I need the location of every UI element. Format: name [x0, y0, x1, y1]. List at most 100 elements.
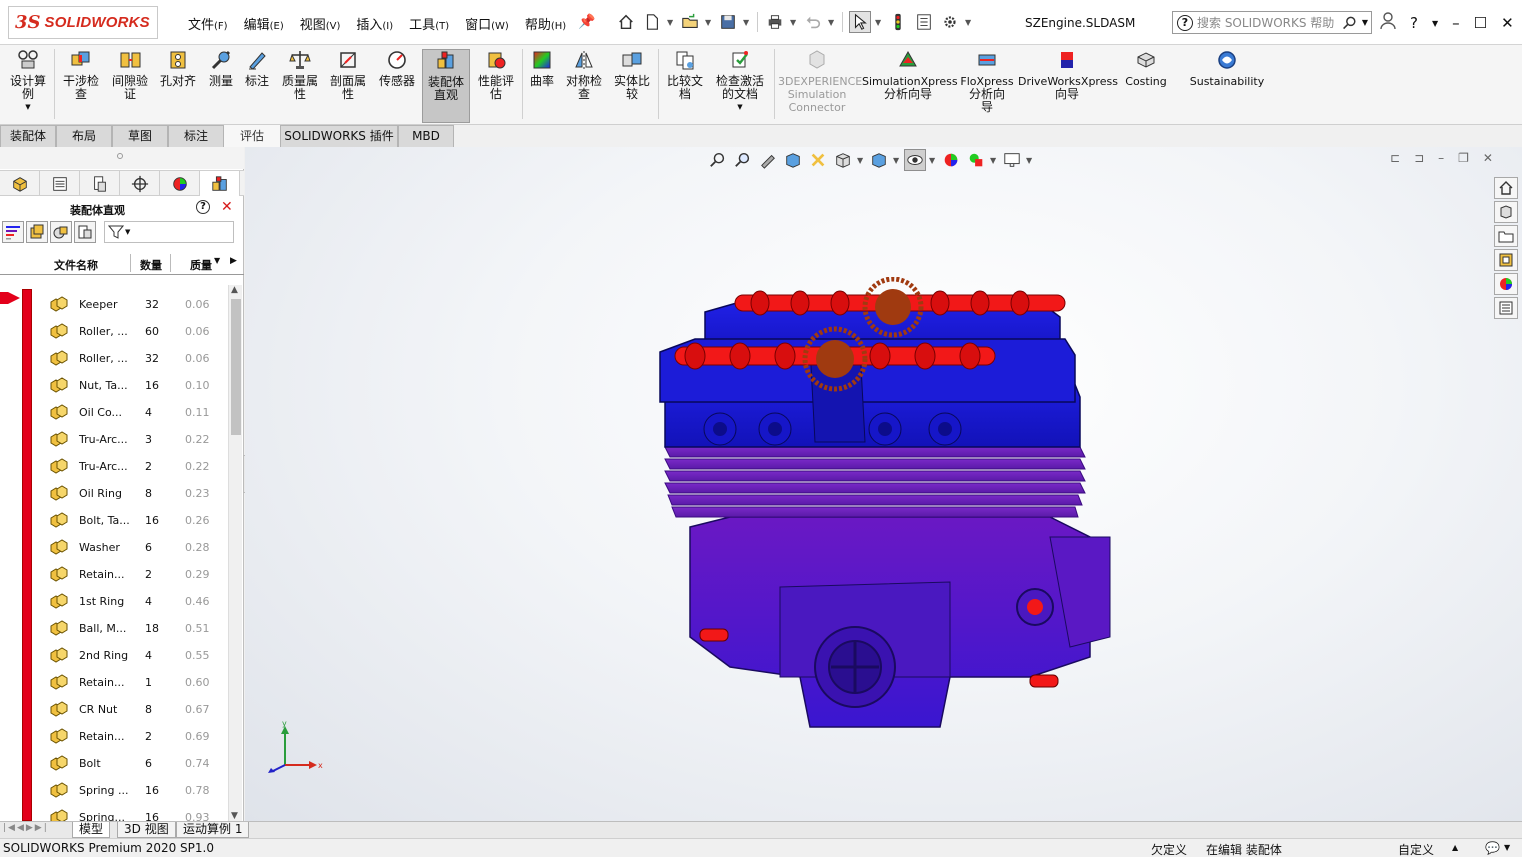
hide-show-items-icon[interactable]: [904, 149, 926, 171]
list-item[interactable]: Retain... 2 0.29: [40, 561, 228, 588]
simulationxpress-button[interactable]: SimulationXpress 分析向导: [862, 49, 958, 101]
chevron-down-icon[interactable]: ▼: [1504, 843, 1510, 852]
status-units[interactable]: 自定义: [1398, 841, 1434, 857]
display-manager-tab[interactable]: [160, 171, 200, 196]
tab-motion-study-1[interactable]: 运动算例 1: [176, 822, 250, 838]
scroll-up-icon[interactable]: ▲: [231, 285, 238, 295]
list-item[interactable]: Spring ... 16 0.78: [40, 777, 228, 804]
undo-icon[interactable]: [802, 11, 824, 33]
section-view-icon[interactable]: [782, 149, 804, 171]
chevron-down-icon[interactable]: ▼: [710, 101, 770, 114]
display-style-icon[interactable]: [868, 149, 890, 171]
search-input[interactable]: ? 搜索 SOLIDWORKS 帮助 ▼: [1172, 11, 1372, 34]
custom-properties-icon[interactable]: [1494, 297, 1518, 319]
nested-view-button[interactable]: [50, 221, 72, 243]
chevron-down-icon[interactable]: ▼: [965, 18, 973, 27]
performance-evaluation-button[interactable]: 性能评估: [474, 49, 518, 101]
tab-sketch[interactable]: 草图: [112, 125, 168, 147]
chevron-down-icon[interactable]: ▼: [893, 156, 901, 165]
tab-solidworks-addins[interactable]: SOLIDWORKS 插件: [280, 125, 398, 147]
list-item[interactable]: Oil Co... 4 0.11: [40, 399, 228, 426]
search-icon[interactable]: [1342, 15, 1358, 31]
chevron-down-icon[interactable]: ▼: [1026, 156, 1034, 165]
chevron-down-icon[interactable]: ▼: [929, 156, 937, 165]
properties-view-button[interactable]: [74, 221, 96, 243]
check-active-document-button[interactable]: 检查激活 的文档 ▼: [710, 49, 770, 114]
list-item[interactable]: Ball, M... 18 0.51: [40, 615, 228, 642]
previous-view-icon[interactable]: [757, 149, 779, 171]
edit-appearance-icon[interactable]: [940, 149, 962, 171]
chevron-down-icon[interactable]: ▼: [828, 18, 836, 27]
column-divider[interactable]: [170, 254, 171, 272]
chevron-down-icon[interactable]: ▼: [875, 18, 883, 27]
property-manager-tab[interactable]: [40, 171, 80, 196]
column-header-name[interactable]: 文件名称: [54, 257, 98, 273]
chevron-down-icon[interactable]: ▼: [743, 18, 751, 27]
chevron-down-icon[interactable]: ▼: [667, 18, 675, 27]
chevron-down-icon[interactable]: ▼: [6, 101, 50, 114]
tab-mbd[interactable]: MBD: [398, 125, 454, 147]
tab-layout[interactable]: 布局: [56, 125, 112, 147]
tab-markup[interactable]: 标注: [168, 125, 224, 147]
measure-button[interactable]: 测量: [204, 49, 238, 88]
feature-manager-tab[interactable]: [0, 171, 40, 196]
costing-button[interactable]: Costing: [1122, 49, 1170, 88]
zoom-to-fit-icon[interactable]: [707, 149, 729, 171]
help-icon[interactable]: ?: [196, 200, 210, 214]
chevron-down-icon[interactable]: ▼: [790, 18, 798, 27]
curvature-button[interactable]: 曲率: [526, 49, 558, 88]
body-compare-button[interactable]: 实体比较: [610, 49, 654, 101]
restore-icon[interactable]: ❐: [1458, 151, 1469, 165]
list-item[interactable]: Retain... 2 0.69: [40, 723, 228, 750]
graphics-area[interactable]: ▼ ▼ ▼ ▼ ▼ ⊏ ⊐ – ❐ ✕ y x: [245, 147, 1522, 821]
list-scrollbar[interactable]: ▲ ▼: [228, 285, 242, 821]
close-icon[interactable]: ✕: [1483, 151, 1493, 165]
list-item[interactable]: Roller, ... 60 0.06: [40, 318, 228, 345]
list-item[interactable]: Spring... 16 0.93: [40, 804, 228, 821]
chevron-down-icon[interactable]: ▼: [857, 156, 865, 165]
list-item[interactable]: 1st Ring 4 0.46: [40, 588, 228, 615]
menu-help[interactable]: 帮助(H): [517, 14, 574, 33]
3dexperience-connector-button[interactable]: 3DEXPERIENCE Simulation Connector: [778, 49, 862, 114]
column-divider[interactable]: [130, 254, 131, 272]
floxpress-button[interactable]: FloXpress 分析向导: [960, 49, 1014, 114]
list-item[interactable]: Retain... 1 0.60: [40, 669, 228, 696]
minimize-icon[interactable]: –: [1438, 151, 1444, 165]
open-folder-icon[interactable]: [679, 11, 701, 33]
list-item[interactable]: Oil Ring 8 0.23: [40, 480, 228, 507]
menu-tools[interactable]: 工具(T): [401, 14, 457, 33]
minimize-icon[interactable]: –: [1452, 14, 1460, 32]
gradient-slider-handle[interactable]: [0, 292, 20, 304]
markup-button[interactable]: 标注: [240, 49, 274, 88]
list-view-button[interactable]: [2, 221, 24, 243]
home-icon[interactable]: [615, 11, 637, 33]
clearance-verification-button[interactable]: 间隙验证: [108, 49, 152, 101]
tab-scroll-arrows-icon[interactable]: |◀◀▶▶|: [3, 823, 49, 833]
mass-properties-button[interactable]: 质量属性: [278, 49, 322, 101]
engine-assembly-model[interactable]: [650, 277, 1120, 737]
symmetry-check-button[interactable]: 对称检查: [562, 49, 606, 101]
chevron-down-icon[interactable]: ▼: [1432, 19, 1438, 28]
panel-grip[interactable]: [0, 147, 244, 169]
next-pane-icon[interactable]: ⊐: [1414, 151, 1424, 165]
menu-window[interactable]: 窗口(W): [457, 14, 517, 33]
design-library-icon[interactable]: [1494, 201, 1518, 223]
assembly-visualization-button[interactable]: 装配体 直观: [422, 49, 470, 123]
pin-icon[interactable]: 📌: [578, 14, 595, 30]
list-item[interactable]: 2nd Ring 4 0.55: [40, 642, 228, 669]
select-pointer-icon[interactable]: [849, 11, 871, 33]
close-icon[interactable]: ✕: [221, 199, 233, 215]
chevron-up-icon[interactable]: ▲: [1452, 843, 1458, 852]
zoom-to-area-icon[interactable]: [732, 149, 754, 171]
close-icon[interactable]: ✕: [1501, 14, 1514, 32]
assembly-visualization-tab[interactable]: [200, 171, 240, 196]
list-item[interactable]: Nut, Ta... 16 0.10: [40, 372, 228, 399]
compare-documents-button[interactable]: 比较文档: [662, 49, 708, 101]
rebuild-traffic-light-icon[interactable]: [887, 11, 909, 33]
tab-evaluate[interactable]: 评估: [224, 125, 280, 147]
list-item[interactable]: Washer 6 0.28: [40, 534, 228, 561]
list-item[interactable]: Roller, ... 32 0.06: [40, 345, 228, 372]
file-properties-icon[interactable]: [913, 11, 935, 33]
solidworks-logo[interactable]: 3S SOLIDWORKS: [8, 6, 158, 39]
print-icon[interactable]: [764, 11, 786, 33]
